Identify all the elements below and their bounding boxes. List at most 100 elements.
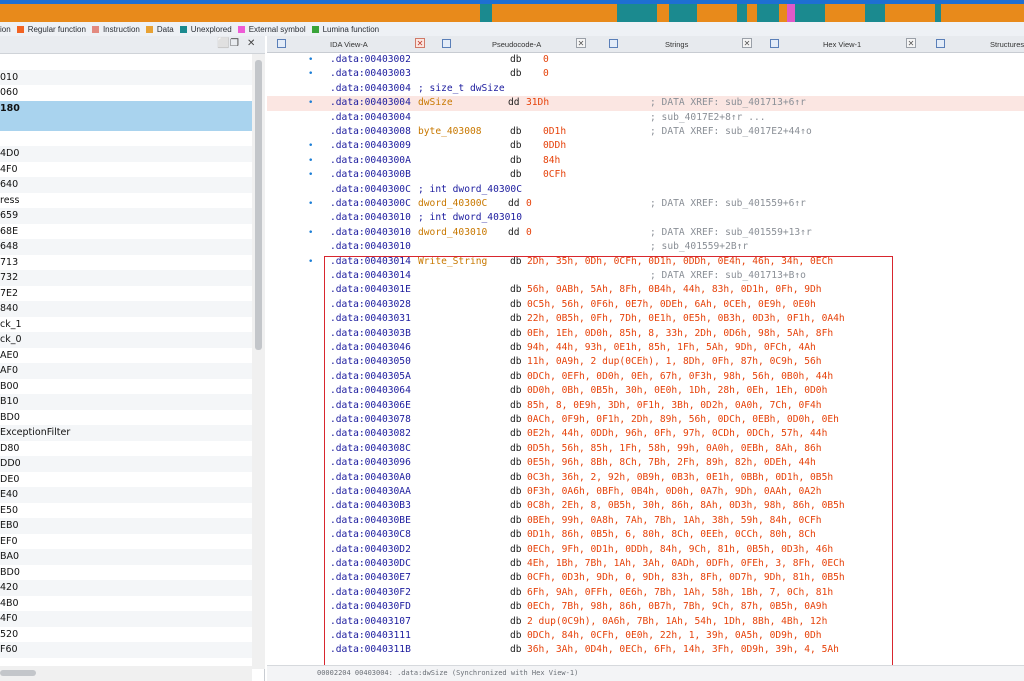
disasm-line[interactable]: .data:004030B3 db 0C8h, 2Eh, 8, 0B5h, 30h,… [267,499,1024,513]
disasm-line[interactable]: .data:004030D2 db 0ECh, 9Fh, 0D1h, 0DDh, 8… [267,543,1024,557]
function-list-row[interactable]: DD0 [0,456,252,472]
disasm-line[interactable]: .data:00403082 db 0E2h, 44h, 0DDh, 96h, 0F… [267,427,1024,441]
disasm-line[interactable]: .data:004030A0 db 0C3h, 36h, 2, 92h, 0B9h,… [267,471,1024,485]
disasm-line[interactable]: .data:00403014 ; DATA XREF: sub_401713+B↑… [267,269,1024,283]
disasm-line[interactable]: .data:00403046 db 94h, 44h, 93h, 0E1h, 85h… [267,341,1024,355]
operand-values[interactable]: 0C5h, 56h, 0F6h, 0E7h, 0DEh, 6Ah, 0CEh, … [527,298,816,312]
operand-values[interactable]: 0ECh, 9Fh, 0D1h, 0DDh, 84h, 9Ch, 81h, 0B… [527,543,833,557]
disasm-line[interactable]: • .data:0040300A db 84h [267,154,1024,168]
disasm-line[interactable]: .data:00403028 db 0C5h, 56h, 0F6h, 0E7h, 0… [267,298,1024,312]
scroll-thumb[interactable] [0,670,36,676]
function-list-row[interactable]: 4D0 [0,146,252,162]
function-list-row[interactable]: 420 [0,580,252,596]
tab-ida-view-a[interactable]: IDA View-A ✕ [267,36,437,53]
disasm-line[interactable]: .data:00403008 byte_403008 db 0D1h ; DATA XR… [267,125,1024,139]
operand-values[interactable]: 0 [543,67,549,81]
function-list-row[interactable]: 713 [0,255,252,271]
restore-window-icon[interactable]: ❐ [230,38,239,49]
disasm-line[interactable]: .data:00403096 db 0E5h, 96h, 8Bh, 8Ch, 7Bh… [267,456,1024,470]
disasm-line[interactable]: .data:00403064 db 0D0h, 0Bh, 0B5h, 30h, 0E… [267,384,1024,398]
operand-values[interactable]: 0E5h, 96h, 8Bh, 8Ch, 7Bh, 2Fh, 89h, 82h,… [527,456,816,470]
scroll-thumb[interactable] [255,60,262,350]
close-tab-icon[interactable]: ✕ [576,38,586,48]
operand-values[interactable]: 2 dup(0C9h), 0A6h, 7Bh, 1Ah, 54h, 1Dh, 8… [527,615,827,629]
function-list-row[interactable]: 640 [0,177,252,193]
function-list-row[interactable]: 520 [0,627,252,643]
function-list-row[interactable]: 648 [0,239,252,255]
disasm-line[interactable]: • .data:00403002 db 0 [267,53,1024,67]
disasm-line[interactable]: .data:00403107 db 2 dup(0C9h), 0A6h, 7Bh, … [267,615,1024,629]
tab-strings[interactable]: Strings ✕ [599,36,765,53]
operand-values[interactable]: 22h, 0B5h, 0Fh, 7Dh, 0E1h, 0E5h, 0B3h, 0… [527,312,845,326]
operand-values[interactable]: 0 [543,53,549,67]
operand-values[interactable]: 2Dh, 35h, 0Dh, 0CFh, 0D1h, 0DDh, 0E4h, 4… [527,255,833,269]
disasm-line[interactable]: • .data:00403009 db 0DDh [267,139,1024,153]
disasm-line[interactable]: .data:0040306E db 85h, 8, 0E9h, 3Dh, 0F1h,… [267,399,1024,413]
function-list-row[interactable]: ress [0,193,252,209]
function-list-row[interactable]: AF0 [0,363,252,379]
function-list-row[interactable]: 4F0 [0,162,252,178]
close-tab-icon[interactable]: ✕ [742,38,752,48]
operand-values[interactable]: 4Eh, 1Bh, 7Bh, 1Ah, 3Ah, 0ADh, 0DFh, 0FE… [527,557,845,571]
disasm-line[interactable]: .data:00403050 db 11h, 0A9h, 2 dup(0CEh), … [267,355,1024,369]
disasm-line[interactable]: .data:00403010 ; int dword_403010 [267,211,1024,225]
disasm-line[interactable]: .data:004030C8 db 0D1h, 86h, 0B5h, 6, 80h,… [267,528,1024,542]
disasm-line[interactable]: .data:004030E7 db 0CFh, 0D3h, 9Dh, 0, 9Dh,… [267,571,1024,585]
navigation-band[interactable] [0,0,1024,22]
disasm-line[interactable]: • .data:00403010 dword_403010 dd 0 ; DATA XRE… [267,226,1024,240]
disasm-line[interactable]: .data:0040305A db 0DCh, 0EFh, 0D0h, 0Eh, 6… [267,370,1024,384]
operand-values[interactable]: 0DCh, 84h, 0CFh, 0E0h, 22h, 1, 39h, 0A5h… [527,629,822,643]
operand-values[interactable]: 31Dh [526,96,549,110]
disasm-line[interactable]: .data:0040301E db 56h, 0ABh, 5Ah, 8Fh, 0B4… [267,283,1024,297]
data-label[interactable]: dword_40300C [418,197,487,211]
function-list-row[interactable]: AE0 [0,348,252,364]
data-label[interactable]: dword_403010 [418,226,487,240]
function-list-row[interactable]: F60 [0,642,252,658]
xref-comment[interactable]: ; DATA XREF: sub_401713+6↑r [650,96,806,110]
function-list-row[interactable]: ExceptionFilter [0,425,252,441]
operand-values[interactable]: 0D5h, 56h, 85h, 1Fh, 58h, 99h, 0A0h, 0EB… [527,442,822,456]
disasm-line[interactable]: • .data:00403014 Write_String db 2Dh, 35h, 0… [267,255,1024,269]
operand-values[interactable]: 0E2h, 44h, 0DDh, 96h, 0Fh, 97h, 0CDh, 0D… [527,427,827,441]
function-list-row[interactable]: E40 [0,487,252,503]
function-list-row[interactable]: DE0 [0,472,252,488]
disasm-line[interactable]: .data:00403004 ; size_t dwSize [267,82,1024,96]
data-label[interactable]: byte_403008 [418,125,482,139]
function-list-row[interactable]: B10 [0,394,252,410]
function-list-row[interactable]: E50 [0,503,252,519]
data-label[interactable]: Write_String [418,255,487,269]
tab-pseudocode-a[interactable]: Pseudocode-A ✕ [437,36,599,53]
function-list-row[interactable]: ck_0 [0,332,252,348]
operand-values[interactable]: 0DDh [543,139,566,153]
xref-comment[interactable]: ; DATA XREF: sub_401713+B↑o [650,269,806,283]
disasm-line[interactable]: .data:004030F2 db 6Fh, 9Ah, 0FFh, 0E6h, 7B… [267,586,1024,600]
disasm-line[interactable]: .data:0040308C db 0D5h, 56h, 85h, 1Fh, 58h… [267,442,1024,456]
operand-values[interactable]: 56h, 0ABh, 5Ah, 8Fh, 0B4h, 44h, 83h, 0D1… [527,283,822,297]
operand-values[interactable]: 94h, 44h, 93h, 0E1h, 85h, 1Fh, 5Ah, 9Dh,… [527,341,816,355]
tab-structures[interactable]: Structures [931,36,1024,53]
close-tab-icon[interactable]: ✕ [906,38,916,48]
disasm-line[interactable]: .data:004030BE db 0BEh, 99h, 0A8h, 7Ah, 7B… [267,514,1024,528]
function-list-row[interactable]: 732 [0,270,252,286]
xref-comment[interactable]: ; DATA XREF: sub_4017E2+44↑o [650,125,812,139]
function-list-row[interactable] [0,131,252,147]
function-list-row[interactable]: 840 [0,301,252,317]
function-list-row[interactable]: D80 [0,441,252,457]
disasm-line[interactable]: • .data:0040300B db 0CFh [267,168,1024,182]
operand-values[interactable]: 0C3h, 36h, 2, 92h, 0B9h, 0B3h, 0E1h, 0BB… [527,471,833,485]
disasm-line[interactable]: .data:00403111 db 0DCh, 84h, 0CFh, 0E0h, 2… [267,629,1024,643]
operand-values[interactable]: 0DCh, 0EFh, 0D0h, 0Eh, 67h, 0F3h, 98h, 5… [527,370,833,384]
function-list-row[interactable]: B00 [0,379,252,395]
operand-values[interactable]: 0F3h, 0A6h, 0BFh, 0B4h, 0D0h, 0A7h, 9Dh,… [527,485,822,499]
xref-comment[interactable]: ; DATA XREF: sub_401559+6↑r [650,197,806,211]
function-list-row[interactable] [0,54,252,70]
disasm-line[interactable]: .data:0040311B db 36h, 3Ah, 0D4h, 0ECh, 6F… [267,643,1024,657]
operand-values[interactable]: 0Eh, 1Eh, 0D0h, 85h, 8, 33h, 2Dh, 0D6h, … [527,327,833,341]
function-list-row[interactable]: ck_1 [0,317,252,333]
function-list-row[interactable]: 659 [0,208,252,224]
function-list-row[interactable]: EB0 [0,518,252,534]
function-list-row[interactable]: 68E [0,224,252,240]
operand-values[interactable]: 0 [526,197,532,211]
disasm-line[interactable]: .data:004030FD db 0ECh, 7Bh, 98h, 86h, 0B7… [267,600,1024,614]
function-list-row[interactable]: 7E2 [0,286,252,302]
